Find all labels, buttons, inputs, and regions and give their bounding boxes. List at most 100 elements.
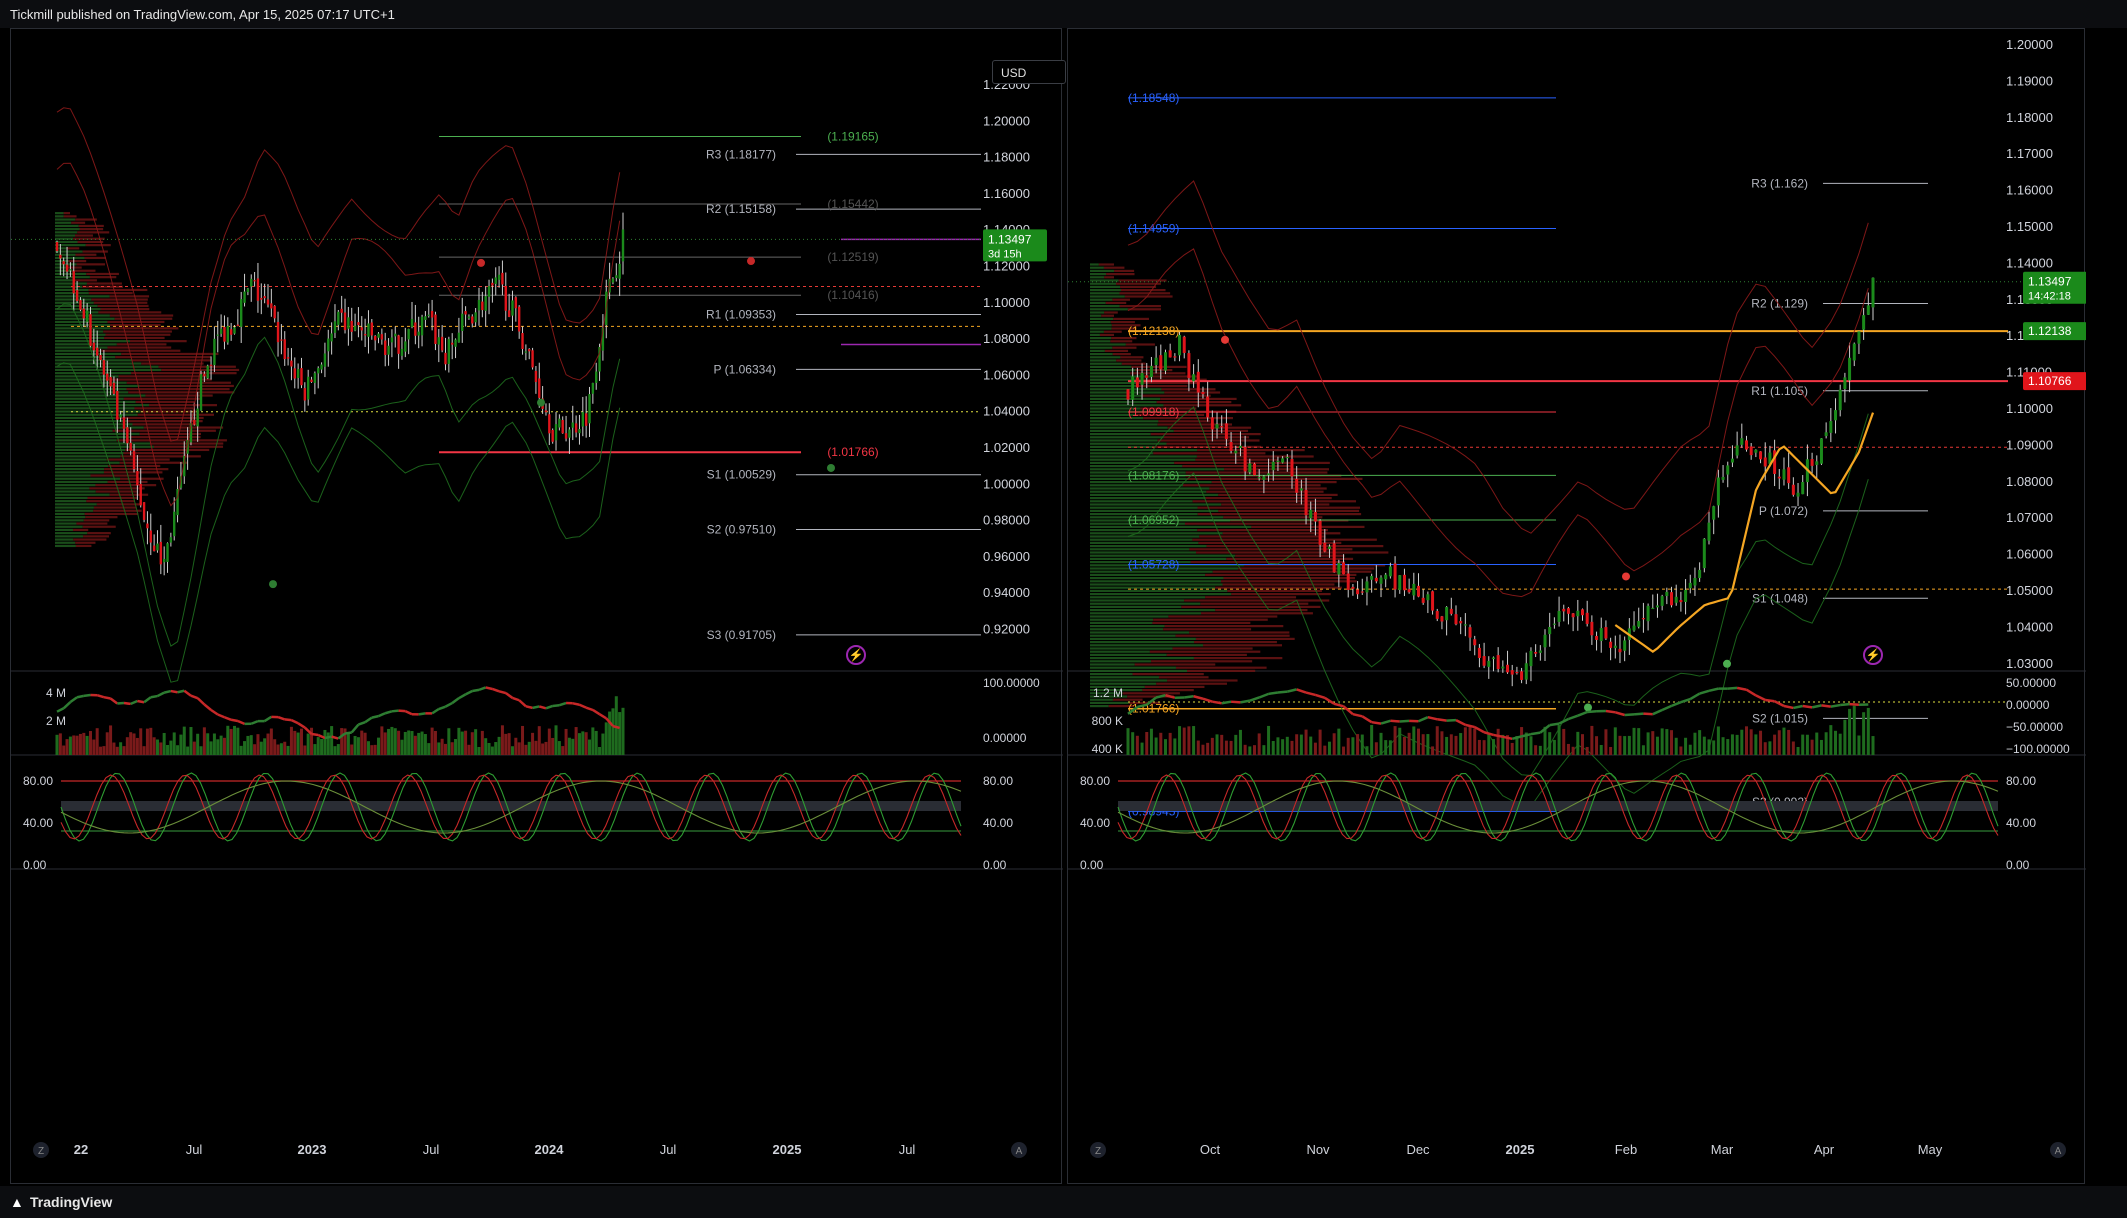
volume-bar (397, 730, 401, 755)
volume-profile-bar (104, 336, 165, 340)
time-axis-label: Oct (1200, 1142, 1221, 1157)
candle-body (615, 275, 618, 278)
volume-axis-label: 1.2 M (1093, 686, 1123, 700)
volume-profile-bar (55, 448, 126, 452)
volume-bar (430, 727, 434, 755)
candle-body (1716, 477, 1720, 506)
oscillator-segment (1380, 719, 1391, 725)
oscillator-segment (1287, 688, 1297, 693)
candle-body (330, 333, 333, 342)
candle-body (1580, 609, 1584, 616)
oscillator-axis-label: −100.00000 (2006, 742, 2070, 756)
volume-bar (510, 746, 514, 755)
oscillator-segment (237, 719, 246, 726)
candle-body (1271, 461, 1275, 471)
candle-body (85, 310, 89, 322)
volume-bar (1313, 742, 1317, 755)
volume-profile-bar (1122, 692, 1180, 695)
oscillator-segment (1811, 704, 1822, 709)
volume-axis-label: 800 K (1092, 714, 1123, 728)
volume-bar (222, 737, 226, 755)
volume-profile-bar (55, 407, 135, 410)
volume-profile-bar (1113, 317, 1149, 320)
volume-profile-bar (1182, 484, 1321, 487)
candle-body (440, 336, 444, 351)
volume-bar (517, 742, 521, 755)
volume-profile-bar (55, 452, 124, 455)
oscillator-segment (1342, 705, 1354, 716)
candle-body (591, 383, 595, 394)
volume-profile-bar (55, 464, 109, 468)
left-chart-canvas[interactable]: 1.220001.200001.180001.160001.140001.120… (11, 29, 1063, 1185)
volume-profile-bar (128, 391, 235, 394)
volume-bar (1744, 726, 1748, 755)
left-chart-pane[interactable]: 1.220001.200001.180001.160001.140001.120… (10, 28, 1066, 1185)
volume-profile-bar (63, 212, 70, 215)
pivot-label: S3 (0.91705) (707, 628, 776, 642)
volume-bar (497, 736, 501, 755)
price-axis-label: 1.17000 (2006, 146, 2053, 161)
volume-bar (1426, 734, 1430, 755)
volume-bar (1463, 727, 1467, 755)
right-chart-pane[interactable]: 1.20000 1.19000 1.18000 1.17000 1.16000 1.150… (1067, 28, 2087, 1185)
volume-bar (413, 735, 417, 755)
tradingview-logo[interactable]: ▲ TradingView (10, 1194, 112, 1210)
oscillator-segment (1661, 704, 1673, 712)
candle-body (1641, 618, 1645, 620)
candle-body (1192, 374, 1196, 382)
oscillator-segment (444, 701, 453, 708)
volume-bar (581, 731, 585, 755)
candle-body (1646, 605, 1650, 622)
candle-body (507, 310, 511, 317)
candle-body (1487, 660, 1491, 667)
pivot-label: S2 (1.015) (1752, 711, 1808, 725)
candle-body (1262, 476, 1266, 480)
volume-bar (1824, 732, 1828, 755)
volume-bar (1318, 729, 1322, 755)
volume-bar (1496, 728, 1500, 755)
volume-profile-bar (1189, 548, 1353, 551)
volume-bar (206, 733, 210, 755)
oscillator-segment (1399, 719, 1410, 723)
volume-bar (427, 743, 431, 755)
pivot-label: (1.12138) (1128, 324, 1179, 338)
candle-body (551, 429, 554, 442)
oscillator-segment (1830, 703, 1841, 708)
volume-profile-bar (1172, 647, 1253, 650)
candle-body (1665, 591, 1669, 597)
volume-bar (393, 728, 397, 755)
volume-bar (62, 745, 66, 755)
oscillator-segment (69, 696, 78, 704)
volume-profile-bar (1090, 583, 1223, 586)
volume-profile-bar (55, 458, 107, 461)
volume-bar (480, 730, 484, 755)
volume-profile-bar (1090, 554, 1236, 557)
price-tag-value: 1.12138 (2028, 324, 2072, 338)
candle-body (621, 229, 625, 262)
volume-bar (1595, 736, 1599, 755)
oscillator-segment (297, 722, 306, 729)
volume-profile-bar (101, 349, 181, 352)
volume-bar (72, 735, 76, 755)
candle-body (353, 325, 357, 331)
candle-body (1791, 484, 1795, 495)
volume-bar (1773, 734, 1777, 755)
volume-bar (1721, 737, 1725, 755)
volume-profile-bar (1090, 436, 1164, 439)
currency-button[interactable]: USD (992, 60, 1066, 84)
volume-bar (1585, 746, 1589, 755)
volume-bar (1609, 746, 1613, 755)
volume-bar (1220, 734, 1224, 755)
volume-bar (276, 744, 280, 755)
candle-body (1402, 574, 1406, 591)
candle-body (1206, 396, 1210, 418)
volume-profile-bar (1090, 298, 1113, 301)
volume-profile-bar (88, 288, 148, 292)
volume-bar (1215, 734, 1219, 755)
volume-axis-label: 2 M (46, 714, 66, 728)
volume-bar (162, 732, 166, 755)
oscillator-segment (230, 718, 239, 723)
candle-body (1187, 353, 1191, 379)
right-chart-canvas[interactable]: 1.20000 1.19000 1.18000 1.17000 1.16000 1.150… (1068, 29, 2087, 1185)
candle-body (306, 376, 310, 400)
